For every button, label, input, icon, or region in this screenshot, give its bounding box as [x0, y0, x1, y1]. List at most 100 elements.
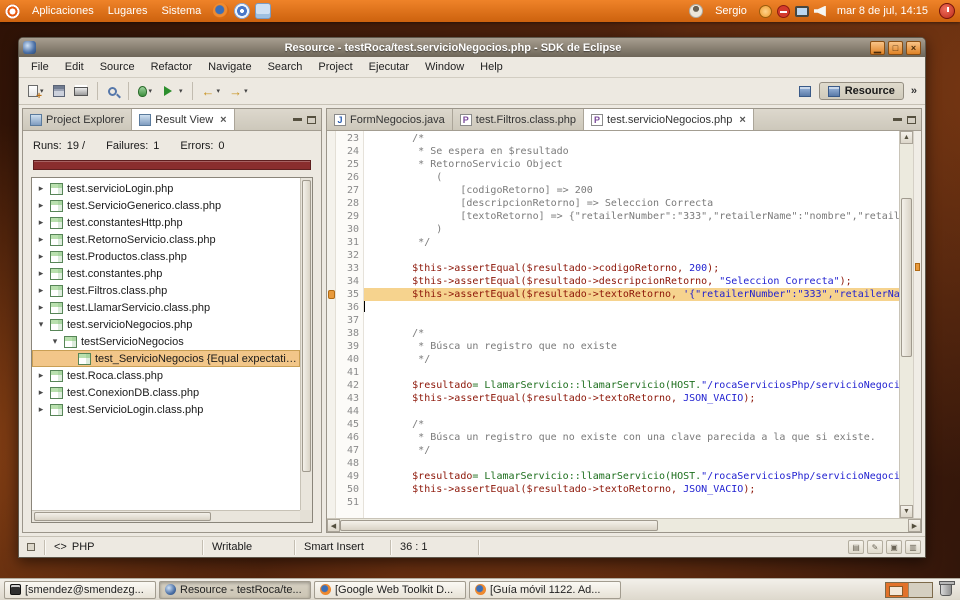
- tree-item[interactable]: ▸test.ServicioLogin.class.php: [32, 401, 300, 418]
- maximize-view-icon[interactable]: [307, 116, 316, 124]
- menu-help[interactable]: Help: [472, 58, 511, 76]
- menu-search[interactable]: Search: [260, 58, 311, 76]
- menu-file[interactable]: File: [23, 58, 57, 76]
- notes-launcher-icon[interactable]: [255, 3, 271, 19]
- tree-item[interactable]: ▾testServicioNegocios: [32, 333, 300, 350]
- maximize-button[interactable]: □: [888, 41, 903, 55]
- scroll-down-icon[interactable]: ▼: [900, 505, 913, 518]
- expander-icon[interactable]: ▸: [36, 251, 46, 262]
- workspace-2[interactable]: [909, 583, 932, 597]
- ubuntu-logo-icon[interactable]: [5, 4, 20, 19]
- run-button[interactable]: ▾: [157, 80, 187, 102]
- tree-item[interactable]: ▸test.Productos.class.php: [32, 248, 300, 265]
- scrollbar-track[interactable]: [900, 144, 913, 505]
- expander-icon[interactable]: ▸: [36, 200, 46, 211]
- close-editor-tab-icon[interactable]: ×: [736, 114, 745, 126]
- scrollbar-thumb[interactable]: [302, 180, 311, 472]
- taskbar-item[interactable]: Resource - testRoca/te...: [159, 581, 311, 599]
- failure-marker[interactable]: [328, 290, 335, 299]
- open-perspective-button[interactable]: [795, 80, 815, 102]
- scrollbar-thumb[interactable]: [901, 198, 912, 357]
- expander-icon[interactable]: ▸: [36, 370, 46, 381]
- editor-tab[interactable]: JFormNegocios.java: [327, 109, 453, 130]
- expander-icon[interactable]: ▸: [36, 234, 46, 245]
- update-notifier-icon[interactable]: [777, 5, 790, 18]
- panel-menu-lugares[interactable]: Lugares: [101, 2, 155, 20]
- trash-icon[interactable]: [940, 583, 952, 596]
- overview-ruler[interactable]: [913, 131, 921, 518]
- close-view-icon[interactable]: ×: [217, 114, 226, 126]
- minimize-view-icon[interactable]: [293, 118, 302, 121]
- tree-item[interactable]: ▸test.RetornoServicio.class.php: [32, 231, 300, 248]
- expander-icon[interactable]: ▸: [36, 268, 46, 279]
- workspace-1[interactable]: [886, 583, 909, 597]
- scroll-left-icon[interactable]: ◀: [327, 519, 340, 532]
- menu-edit[interactable]: Edit: [57, 58, 92, 76]
- overflow-chevron-icon[interactable]: »: [908, 85, 920, 97]
- menu-source[interactable]: Source: [92, 58, 143, 76]
- overview-failure-marker[interactable]: [915, 263, 920, 271]
- taskbar-item[interactable]: [Guía móvil 1122. Ad...: [469, 581, 621, 599]
- tree-horizontal-scrollbar[interactable]: [32, 510, 300, 522]
- expander-icon[interactable]: ▸: [36, 404, 46, 415]
- display-icon[interactable]: [795, 6, 809, 17]
- editor-tab[interactable]: Ptest.servicioNegocios.php×: [584, 109, 754, 130]
- taskbar-item[interactable]: [Google Web Toolkit D...: [314, 581, 466, 599]
- close-button[interactable]: ×: [906, 41, 921, 55]
- statusbar-icon[interactable]: ▣: [886, 540, 902, 554]
- perspective-resource-button[interactable]: Resource: [819, 82, 904, 100]
- editor-tab[interactable]: Ptest.Filtros.class.php: [453, 109, 584, 130]
- taskbar-item[interactable]: [smendez@smendezg...: [4, 581, 156, 599]
- tree-item[interactable]: ▸test.constantes.php: [32, 265, 300, 282]
- expander-icon[interactable]: ▸: [36, 387, 46, 398]
- menu-window[interactable]: Window: [417, 58, 472, 76]
- debug-button[interactable]: ▾: [134, 80, 157, 102]
- expander-icon[interactable]: ▸: [36, 183, 46, 194]
- minimize-view-icon[interactable]: [893, 118, 902, 121]
- expander-icon[interactable]: ▾: [50, 336, 60, 347]
- scroll-right-icon[interactable]: ▶: [908, 519, 921, 532]
- search-button[interactable]: [103, 80, 123, 102]
- print-button[interactable]: [70, 80, 92, 102]
- tree-item[interactable]: ▾test.servicioNegocios.php: [32, 316, 300, 333]
- tree-item[interactable]: ▸test.Roca.class.php: [32, 367, 300, 384]
- tree-vertical-scrollbar[interactable]: [300, 178, 312, 510]
- editor-vertical-scrollbar[interactable]: ▲ ▼: [899, 131, 913, 518]
- tree-item[interactable]: ▸test.Filtros.class.php: [32, 282, 300, 299]
- forward-button[interactable]: →▾: [225, 80, 252, 102]
- scroll-up-icon[interactable]: ▲: [900, 131, 913, 144]
- statusbar-icon[interactable]: ✎: [867, 540, 883, 554]
- trim-handle[interactable]: [23, 540, 45, 555]
- new-wizard-button[interactable]: ▾: [24, 80, 48, 102]
- expander-icon[interactable]: ▸: [36, 285, 46, 296]
- tree-item[interactable]: ▸test.constantesHttp.php: [32, 214, 300, 231]
- tree-item[interactable]: test_ServicioNegocios {Equal expectation…: [32, 350, 300, 367]
- menu-ejecutar[interactable]: Ejecutar: [361, 58, 417, 76]
- code-editor[interactable]: /* * Se espera en $resultado * RetornoSe…: [364, 131, 899, 518]
- volume-icon[interactable]: [814, 6, 826, 17]
- tree-item[interactable]: ▸test.LlamarServicio.class.php: [32, 299, 300, 316]
- menu-refactor[interactable]: Refactor: [143, 58, 201, 76]
- tree-item[interactable]: ▸test.ConexionDB.class.php: [32, 384, 300, 401]
- panel-menu-sistema[interactable]: Sistema: [155, 2, 209, 20]
- titlebar[interactable]: Resource - testRoca/test.servicioNegocio…: [19, 38, 925, 57]
- view-tab-project-explorer[interactable]: Project Explorer: [23, 109, 132, 130]
- expander-icon[interactable]: ▾: [36, 319, 46, 330]
- menu-navigate[interactable]: Navigate: [200, 58, 259, 76]
- statusbar-icon[interactable]: ▥: [905, 540, 921, 554]
- save-button[interactable]: [49, 80, 69, 102]
- maximize-view-icon[interactable]: [907, 116, 916, 124]
- minimize-button[interactable]: ▁: [870, 41, 885, 55]
- help-launcher-icon[interactable]: [234, 3, 250, 19]
- expander-icon[interactable]: ▸: [36, 217, 46, 228]
- clock[interactable]: mar 8 de jul, 14:15: [831, 5, 934, 17]
- scrollbar-thumb[interactable]: [340, 520, 658, 531]
- scrollbar-track[interactable]: [340, 519, 908, 532]
- workspace-switcher[interactable]: [885, 582, 933, 598]
- view-tab-result-view[interactable]: Result View×: [132, 109, 234, 130]
- panel-menu-aplicaciones[interactable]: Aplicaciones: [25, 2, 101, 20]
- tree-item[interactable]: ▸test.ServicioGenerico.class.php: [32, 197, 300, 214]
- user-switcher[interactable]: Sergio: [708, 2, 754, 20]
- firefox-launcher-icon[interactable]: [213, 3, 229, 19]
- statusbar-icon[interactable]: ▤: [848, 540, 864, 554]
